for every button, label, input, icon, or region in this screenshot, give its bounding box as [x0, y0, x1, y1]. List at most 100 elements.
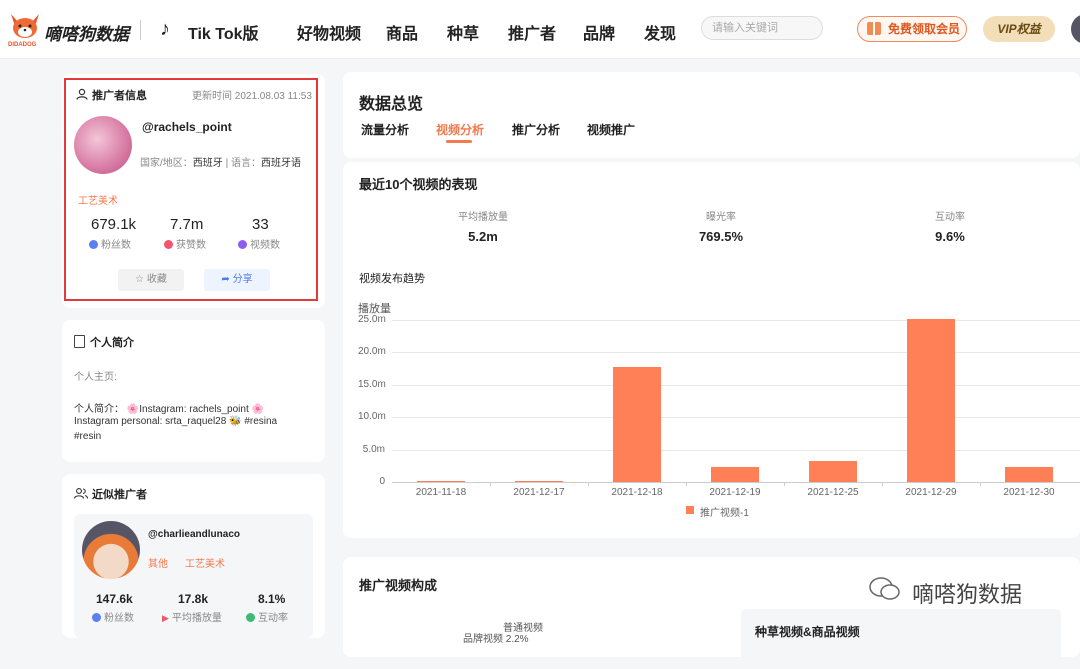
x-tick-label: 2021-11-18 [415, 487, 467, 498]
chart-bar[interactable] [515, 481, 563, 483]
composition-title: 推广视频构成 [359, 578, 438, 593]
tab-traffic-analysis[interactable]: 流量分析 [361, 121, 409, 138]
tab-video-analysis[interactable]: 视频分析 [436, 121, 484, 138]
stat-followers: 679.1k 粉丝数 [89, 216, 141, 251]
wechat-icon [868, 576, 902, 602]
y-tick-label: 25.0m [358, 314, 386, 325]
promoter-info-title: 推广者信息 [92, 90, 147, 102]
brand-name[interactable]: 嘀嗒狗数据 [44, 20, 129, 45]
metric-engagement: 互动率 9.6% [910, 208, 990, 244]
bio-line-3: #resin [74, 431, 102, 442]
legend-label[interactable]: 推广视频-1 [700, 504, 749, 519]
chat-icon [246, 613, 255, 622]
metric-engagement-label: 互动率 [935, 212, 965, 223]
similar-followers-label: 粉丝数 [104, 613, 134, 624]
chart-gridline [392, 482, 1080, 483]
nav-item-products[interactable]: 商品 [386, 20, 418, 44]
nav-item-promoters[interactable]: 推广者 [508, 20, 556, 44]
favorite-label: 收藏 [146, 274, 167, 285]
users-icon [74, 488, 88, 499]
pie-label-brand-text: 品牌视频 [463, 634, 503, 645]
category-tag: 工艺美术 [78, 196, 118, 207]
followers-value: 679.1k [91, 216, 137, 233]
heart-icon [164, 240, 173, 249]
search-input[interactable]: 请输入关键词 [701, 16, 823, 40]
legend-swatch [686, 506, 694, 514]
share-button[interactable]: ➦ 分享 [204, 269, 270, 291]
chart-gridline [392, 449, 1080, 451]
x-tick-label: 2021-12-18 [611, 487, 663, 498]
metric-avg-views-label: 平均播放量 [458, 212, 508, 223]
stat-videos: 33 视频数 [238, 216, 302, 251]
x-tick-mark [882, 482, 883, 486]
similar-promoter-item[interactable]: @charlieandlunaco 其他 工艺美术 147.6k 粉丝数 17.… [74, 514, 313, 638]
promoter-info-card: 推广者信息 更新时间 2021.08.03 11:53 @rachels_poi… [64, 78, 318, 301]
x-tick-label: 2021-12-29 [905, 487, 957, 498]
x-tick-label: 2021-12-19 [709, 487, 761, 498]
x-tick-mark [784, 482, 785, 486]
likes-value: 7.7m [170, 216, 204, 233]
followers-icon [92, 613, 101, 622]
chart-gridline [392, 320, 1080, 321]
promoter-handle[interactable]: @rachels_point [142, 120, 232, 134]
chart-bar[interactable] [613, 366, 661, 482]
data-overview-card: 数据总览 [343, 72, 1080, 158]
document-icon [74, 335, 85, 348]
stat-likes: 7.7m 获赞数 [164, 216, 220, 251]
similar-stat-engagement: 8.1% 互动率 [246, 592, 288, 624]
y-tick-label: 5.0m [362, 443, 385, 455]
chart-bar[interactable] [417, 481, 465, 483]
update-time: 更新时间 2021.08.03 11:53 [192, 91, 312, 102]
chart-bar[interactable] [711, 467, 759, 482]
nav-item-good-videos[interactable]: 好物视频 [297, 20, 361, 44]
user-avatar[interactable] [1071, 14, 1080, 44]
chart-bar[interactable] [1005, 467, 1053, 482]
nav-item-seeding[interactable]: 种草 [447, 20, 479, 44]
y-tick-label: 10.0m [358, 411, 386, 423]
similar-stat-followers: 147.6k 粉丝数 [92, 592, 134, 624]
similar-engagement-value: 8.1% [258, 592, 286, 606]
free-vip-button[interactable]: 免费领取会员 [857, 16, 967, 42]
similar-avg-views-label: 平均播放量 [171, 613, 222, 624]
y-tick-label: 0 [379, 476, 385, 487]
metric-avg-views: 平均播放量 5.2m [443, 208, 523, 244]
nav-item-brands[interactable]: 品牌 [583, 20, 615, 44]
x-tick-mark [588, 482, 589, 486]
x-tick-label: 2021-12-25 [807, 487, 859, 498]
metric-exposure-value: 769.5% [698, 229, 744, 244]
videos-value: 33 [252, 216, 269, 233]
videos-label: 视频数 [250, 240, 280, 251]
similar-promoters-card: 近似推广者 @charlieandlunaco 其他 工艺美术 147.6k 粉… [62, 474, 325, 638]
chart-gridline [392, 384, 1080, 386]
x-tick-label: 2021-12-17 [513, 487, 565, 498]
favorite-button[interactable]: ☆ 收藏 [118, 269, 184, 291]
video-icon [238, 240, 247, 249]
nav-item-discover[interactable]: 发现 [644, 20, 676, 44]
seeding-product-video-title: 种草视频&商品视频 [755, 625, 860, 639]
chart-bar[interactable] [907, 318, 955, 482]
logo-subtext: DIDADOG [8, 42, 37, 48]
similar-engagement-label: 互动率 [258, 613, 288, 624]
similar-tag-other: 其他 [148, 559, 168, 570]
x-tick-mark [490, 482, 491, 486]
tab-video-promotion[interactable]: 视频推广 [587, 121, 635, 138]
top-navigation-bar: DIDADOG 嘀嗒狗数据 ♪ Tik Tok版 好物视频 商品 种草 推广者 … [0, 0, 1080, 59]
tab-promotion-analysis[interactable]: 推广分析 [512, 121, 560, 138]
tiktok-icon: ♪ [160, 18, 170, 40]
didadog-logo-icon[interactable] [8, 10, 42, 46]
chart-bar[interactable] [809, 461, 857, 482]
similar-promoter-avatar [82, 521, 140, 579]
play-icon: ▶ [162, 613, 169, 623]
metric-engagement-value: 9.6% [935, 229, 965, 244]
active-tab-indicator [446, 140, 472, 143]
language-value: 西班牙语 [260, 158, 301, 169]
vip-benefits-button[interactable]: VIP权益 [983, 16, 1055, 42]
similar-promoter-handle[interactable]: @charlieandlunaco [148, 529, 240, 540]
pie-label-brand-value: 2.2% [505, 634, 529, 645]
free-vip-label: 免费领取会员 [888, 22, 961, 36]
region-value: 西班牙 [192, 158, 223, 169]
x-tick-mark [980, 482, 981, 486]
y-tick-label: 15.0m [358, 378, 386, 390]
tiktok-version-label[interactable]: Tik Tok版 [188, 20, 259, 44]
bio-line-1: 个人简介： 🌸Instagram: rachels_point 🌸 [74, 404, 264, 415]
